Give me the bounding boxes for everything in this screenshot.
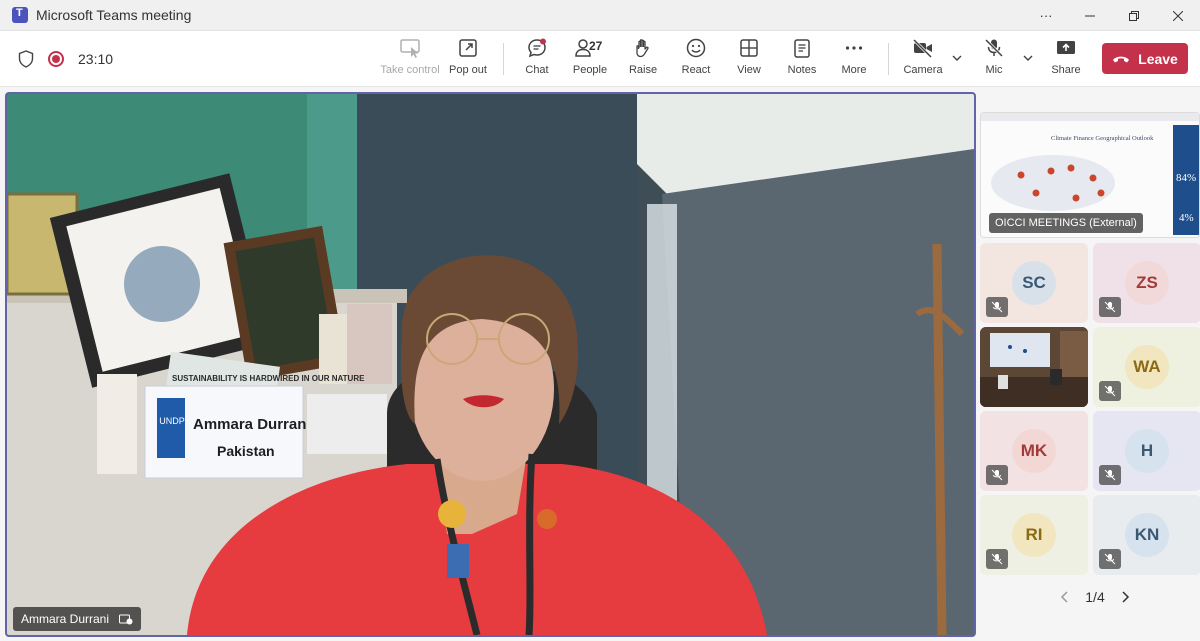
toolbar-divider [503, 43, 504, 75]
mic-chevron-down-icon[interactable] [1021, 51, 1035, 65]
more-icon [845, 46, 863, 50]
maximize-button[interactable] [1112, 0, 1156, 31]
chevron-left-icon[interactable] [1060, 590, 1070, 604]
nameplate-line1: Ammara Durrani [193, 416, 311, 433]
hang-up-icon [1113, 56, 1130, 62]
notes-icon [794, 39, 810, 58]
participant-video-tile[interactable] [980, 327, 1088, 407]
participant-tile[interactable]: KN [1093, 495, 1200, 575]
mic-off-icon [984, 38, 1004, 58]
participant-tile[interactable]: SC [980, 243, 1088, 323]
shared-screen-label: OICCI MEETINGS (External) [989, 213, 1143, 233]
slide-stat-2: 4% [1179, 212, 1194, 224]
title-bar: Microsoft Teams meeting ··· [0, 0, 1200, 31]
avatar: MK [1012, 429, 1056, 473]
take-control-icon [400, 39, 420, 58]
teams-logo-icon [12, 7, 28, 23]
avatar: KN [1125, 513, 1169, 557]
gallery-pager: 1/4 [1060, 586, 1130, 608]
chat-icon [528, 38, 546, 58]
react-button[interactable]: React [668, 37, 724, 83]
avatar: H [1125, 429, 1169, 473]
react-label: React [681, 64, 711, 76]
participant-tile[interactable]: RI [980, 495, 1088, 575]
mic-label: Mic [985, 64, 1003, 76]
smiley-icon [686, 38, 706, 58]
participant-tile[interactable]: ZS [1093, 243, 1200, 323]
speaker-name-tag: Ammara Durrani [13, 607, 142, 631]
background-effects-icon [119, 614, 133, 625]
grid-view-icon [740, 39, 758, 57]
muted-mic-icon [1099, 297, 1121, 317]
view-button[interactable]: View [721, 37, 777, 83]
avatar: ZS [1125, 261, 1169, 305]
chevron-right-icon[interactable] [1120, 590, 1130, 604]
more-button[interactable]: More [826, 37, 882, 83]
notes-label: Notes [787, 64, 817, 76]
main-video[interactable]: UNDP Ammara Durrani Pakistan SUSTAINABIL… [5, 92, 976, 637]
muted-mic-icon [986, 297, 1008, 317]
people-button[interactable]: 27 People [562, 37, 618, 83]
avatar: SC [1012, 261, 1056, 305]
people-label: People [572, 64, 608, 76]
speaker-name: Ammara Durrani [21, 612, 110, 626]
camera-off-icon [912, 38, 933, 59]
muted-mic-icon [1099, 465, 1121, 485]
participant-tile[interactable]: WA [1093, 327, 1200, 407]
shared-screen-tile[interactable]: Climate Finance Geographical Outlook 84%… [980, 112, 1200, 238]
notes-button[interactable]: Notes [774, 37, 830, 83]
take-control-label: Take control [380, 64, 440, 76]
take-control-button[interactable]: Take control [380, 37, 440, 83]
slide-title: Climate Finance Geographical Outlook [1051, 135, 1154, 142]
muted-mic-icon [1099, 549, 1121, 569]
raise-label: Raise [628, 64, 658, 76]
avatar: WA [1125, 345, 1169, 389]
camera-chevron-down-icon[interactable] [950, 51, 964, 65]
minimize-button[interactable] [1068, 0, 1112, 31]
nameplate-logo: UNDP [159, 416, 185, 426]
poster-text: SUSTAINABILITY IS HARDWIRED IN OUR NATUR… [172, 374, 365, 383]
camera-label: Camera [903, 64, 943, 76]
window-title: Microsoft Teams meeting [36, 7, 192, 23]
participant-tile[interactable]: MK [980, 411, 1088, 491]
participant-video-feed [980, 327, 1088, 407]
more-label: More [841, 64, 867, 76]
more-options-icon[interactable]: ··· [1024, 0, 1068, 31]
slide-stat-1: 84% [1176, 172, 1196, 184]
close-button[interactable] [1156, 0, 1200, 31]
meeting-timer: 23:10 [78, 51, 114, 67]
participant-tile[interactable]: H [1093, 411, 1200, 491]
pop-out-button[interactable]: Pop out [440, 37, 496, 83]
raise-hand-icon [636, 39, 649, 58]
avatar: RI [1012, 513, 1056, 557]
leave-label: Leave [1138, 50, 1178, 67]
chat-button[interactable]: Chat [509, 37, 565, 83]
share-button[interactable]: Share [1038, 37, 1094, 83]
mic-button[interactable]: Mic [966, 37, 1022, 83]
meeting-toolbar: 23:10 Take control Pop out Chat 27 Peopl… [0, 31, 1200, 87]
pop-out-label: Pop out [449, 64, 487, 76]
toolbar-divider [888, 43, 889, 75]
speaker-video-feed: UNDP Ammara Durrani Pakistan SUSTAINABIL… [7, 94, 974, 635]
page-indicator: 1/4 [1085, 589, 1105, 605]
nameplate-line2: Pakistan [217, 443, 275, 459]
camera-button[interactable]: Camera [895, 37, 951, 83]
muted-mic-icon [986, 465, 1008, 485]
share-screen-icon [1057, 41, 1075, 54]
people-count: 27 [589, 39, 603, 53]
view-label: View [737, 64, 761, 76]
pop-out-icon [459, 39, 477, 57]
recording-icon [48, 51, 64, 67]
muted-mic-icon [1099, 381, 1121, 401]
shield-icon[interactable] [18, 50, 34, 68]
leave-button[interactable]: Leave [1102, 43, 1188, 74]
share-label: Share [1051, 64, 1081, 76]
raise-hand-button[interactable]: Raise [615, 37, 671, 83]
chat-label: Chat [525, 64, 549, 76]
muted-mic-icon [986, 549, 1008, 569]
